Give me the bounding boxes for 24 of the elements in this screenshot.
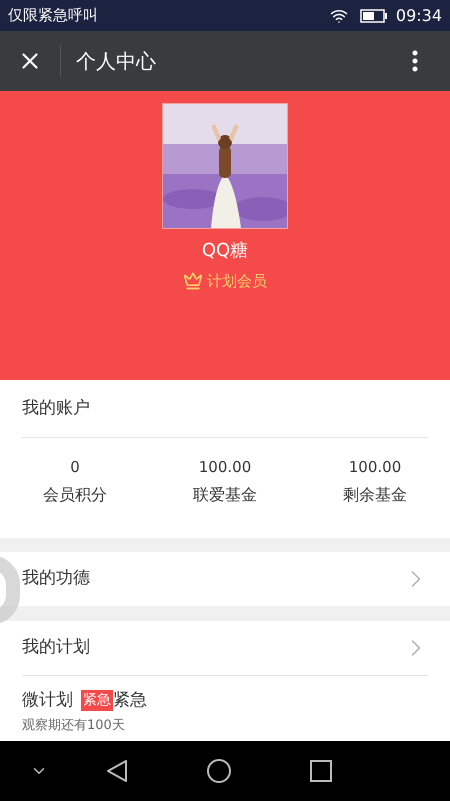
plan-title: 微计划 (22, 689, 73, 712)
stat-label: 剩余基金 (343, 484, 407, 506)
stat-value: 100.00 (198, 457, 252, 478)
stat-value: 0 (70, 457, 80, 478)
section-title: 我的账户 (22, 396, 90, 420)
urgent-tag: 紧急 (81, 690, 113, 712)
membership-label: 计划会员 (207, 271, 267, 292)
crown-icon (183, 271, 203, 292)
home-icon[interactable] (206, 758, 232, 784)
back-icon[interactable] (106, 759, 128, 783)
menu-row[interactable]: 我的功德 (0, 552, 450, 606)
clock-text: 09:34 (396, 4, 442, 26)
plan-status: 紧急 (113, 689, 147, 712)
more-icon (412, 50, 418, 72)
recents-icon[interactable] (310, 760, 332, 782)
stat-label: 联爱基金 (193, 484, 257, 506)
stat-label: 会员积分 (43, 484, 107, 506)
menu-row[interactable]: 我的计划 (0, 621, 450, 675)
battery-icon (360, 8, 388, 22)
plan-subtitle: 观察期还有100天 (22, 716, 126, 734)
page-title: 个人中心 (76, 48, 156, 75)
carrier-text: 仅限紧急呼叫 (8, 5, 98, 26)
user-name: QQ糖 (202, 239, 248, 263)
stat-value: 100.00 (348, 457, 402, 478)
